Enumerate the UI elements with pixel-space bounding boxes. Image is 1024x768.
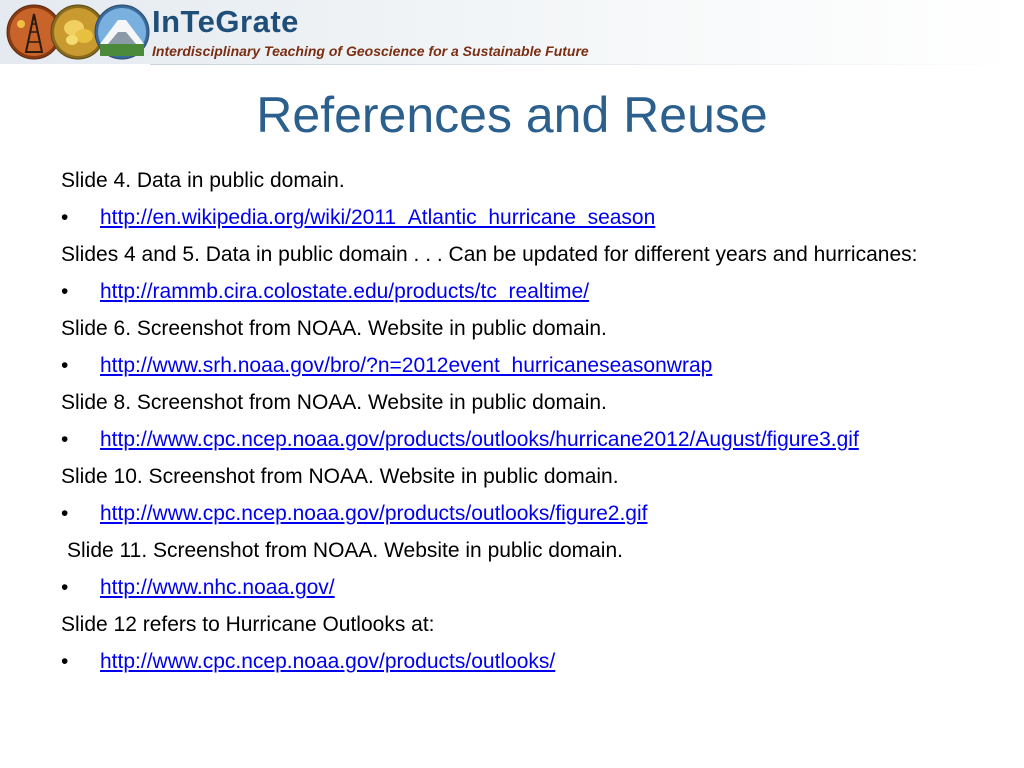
bullet-marker: • xyxy=(61,354,69,377)
reference-link-item: • http://www.srh.noaa.gov/bro/?n=2012even… xyxy=(61,350,981,381)
header-divider xyxy=(150,64,1024,65)
references-list: Slide 4. Data in public domain. • http://e… xyxy=(61,165,981,683)
reference-source-text: Slide 12 refers to Hurricane Outlooks at… xyxy=(61,613,435,636)
reference-link-item: • http://www.cpc.ncep.noaa.gov/products/o… xyxy=(61,498,981,529)
reference-source-text: Slide 10. Screenshot from NOAA. Website … xyxy=(61,465,619,488)
reference-link-item: • http://en.wikipedia.org/wiki/2011_Atlan… xyxy=(61,202,981,233)
reference-link[interactable]: http://www.cpc.ncep.noaa.gov/products/ou… xyxy=(100,646,555,677)
reference-link[interactable]: http://en.wikipedia.org/wiki/2011_Atlant… xyxy=(100,202,655,233)
reference-source-text: Slides 4 and 5. Data in public domain . … xyxy=(61,243,918,266)
reference-link[interactable]: http://www.nhc.noaa.gov/ xyxy=(100,572,335,603)
reference-link-item: • http://www.cpc.ncep.noaa.gov/products/o… xyxy=(61,424,981,455)
brand-title: InTeGrate xyxy=(152,4,299,39)
reference-source-text: Slide 4. Data in public domain. xyxy=(61,169,345,192)
reference-source-text: Slide 8. Screenshot from NOAA. Website i… xyxy=(61,391,607,414)
bullet-marker: • xyxy=(61,502,69,525)
reference-link-item: • http://www.cpc.ncep.noaa.gov/products/o… xyxy=(61,646,981,677)
reference-source-text: Slide 6. Screenshot from NOAA. Website i… xyxy=(61,317,607,340)
brand-tagline: Interdisciplinary Teaching of Geoscience… xyxy=(152,43,589,59)
reference-link-item: • http://www.nhc.noaa.gov/ xyxy=(61,572,981,603)
volcano-icon xyxy=(94,4,150,60)
bullet-marker: • xyxy=(61,650,69,673)
reference-link[interactable]: http://www.srh.noaa.gov/bro/?n=2012event… xyxy=(100,350,712,381)
bullet-marker: • xyxy=(61,206,69,229)
reference-link[interactable]: http://www.cpc.ncep.noaa.gov/products/ou… xyxy=(100,498,648,529)
reference-link[interactable]: http://www.cpc.ncep.noaa.gov/products/ou… xyxy=(100,424,859,455)
bullet-marker: • xyxy=(61,576,69,599)
reference-source-text: Slide 11. Screenshot from NOAA. Website … xyxy=(67,539,623,562)
reference-link-item: • http://rammb.cira.colostate.edu/product… xyxy=(61,276,981,307)
slide-title: References and Reuse xyxy=(256,87,768,143)
bullet-marker: • xyxy=(61,280,69,303)
reference-link[interactable]: http://rammb.cira.colostate.edu/products… xyxy=(100,276,589,307)
bullet-marker: • xyxy=(61,428,69,451)
